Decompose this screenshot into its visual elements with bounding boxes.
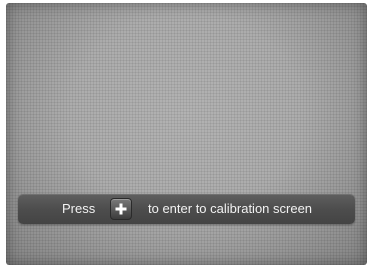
calibration-prompt-bar: Press to enter to calibration screen (18, 194, 355, 224)
calibration-screen: Press to enter to calibration screen (6, 3, 367, 265)
press-label: Press (62, 201, 96, 216)
plus-icon (115, 203, 127, 215)
plus-button[interactable] (110, 198, 132, 220)
calibration-instruction: to enter to calibration screen (148, 201, 313, 216)
